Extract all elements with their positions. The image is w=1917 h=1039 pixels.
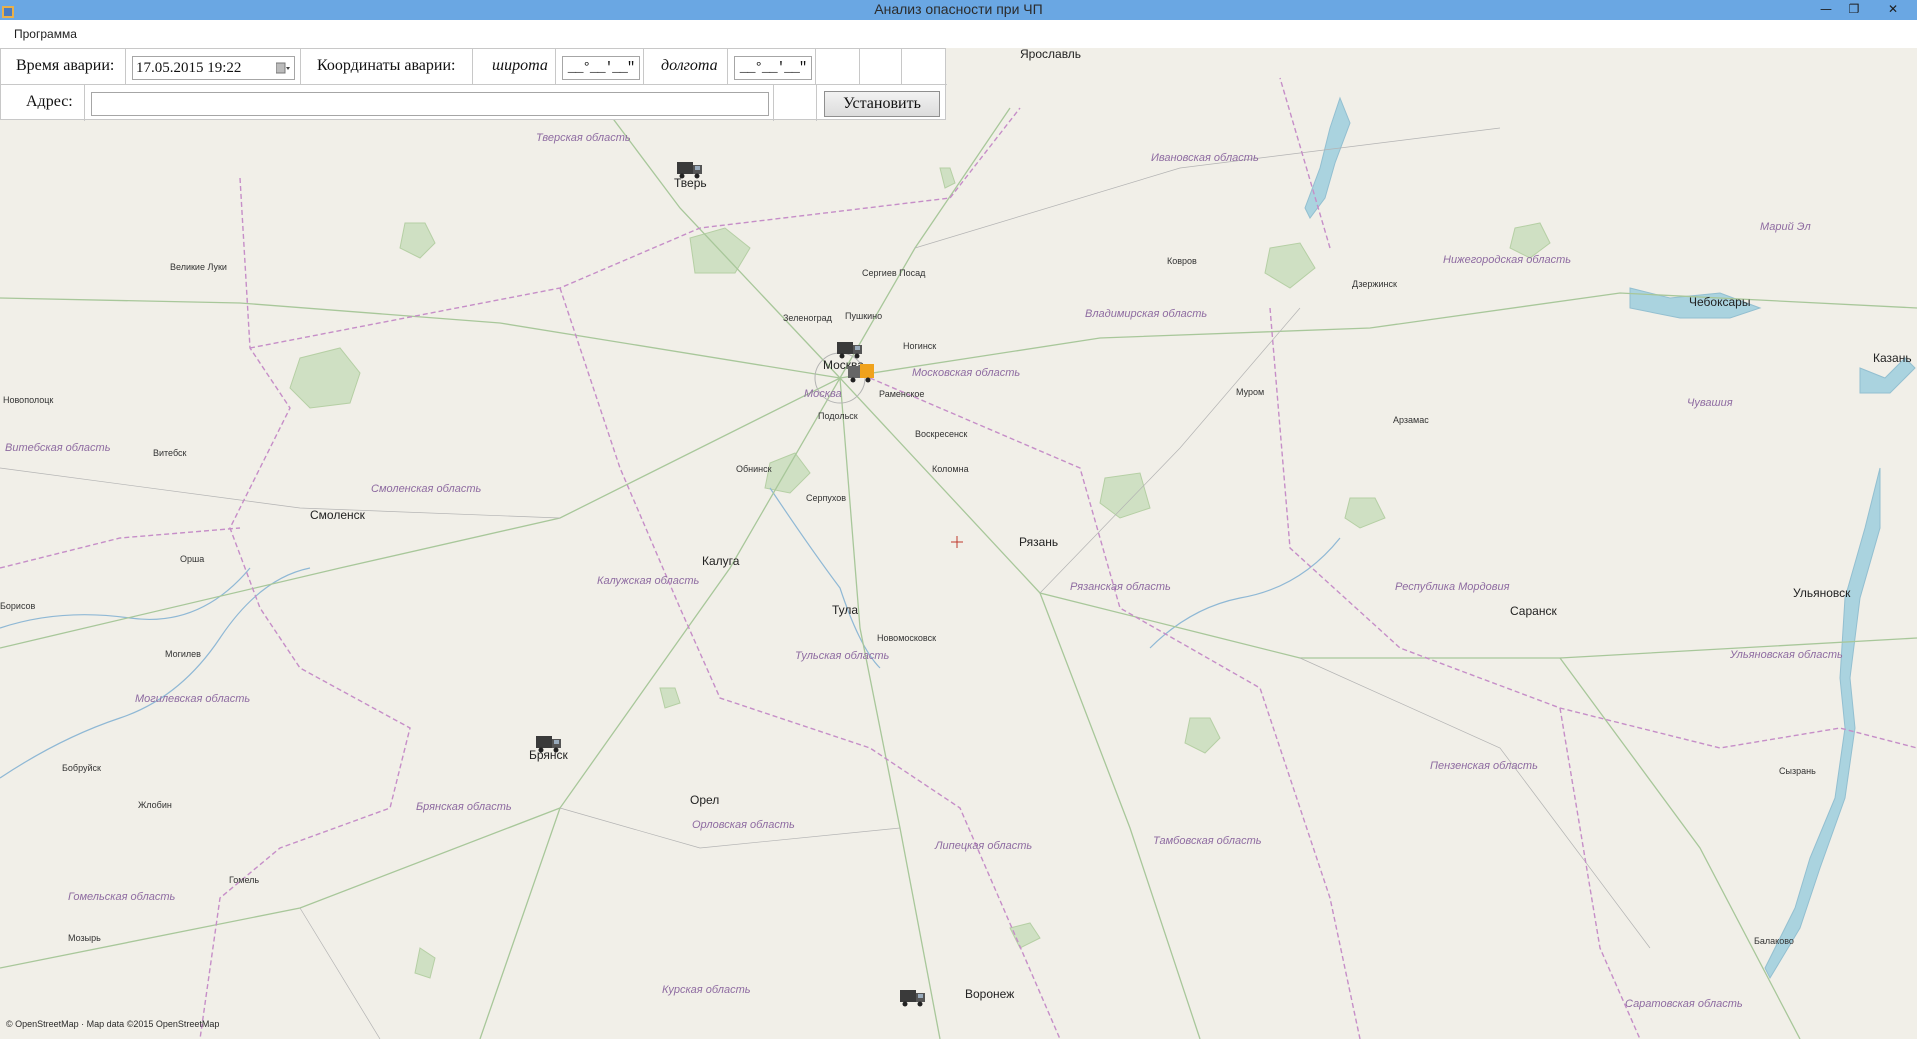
map-region-label: Орловская область	[692, 819, 795, 831]
truck-icon[interactable]	[898, 986, 928, 1008]
address-input[interactable]	[91, 92, 769, 116]
map-region-label: Тульская область	[795, 650, 890, 662]
map-region-label: Гомельская область	[68, 891, 176, 903]
map-city-label: Сызрань	[1779, 766, 1816, 776]
map-city-label: Муром	[1236, 387, 1265, 397]
address-label: Адрес:	[26, 93, 73, 110]
map-region-label: Владимирская область	[1085, 308, 1208, 320]
map-region-label: Марий Эл	[1760, 221, 1811, 233]
map-city-label: Ногинск	[903, 341, 937, 351]
map-region-label: Брянская область	[416, 801, 512, 813]
accident-time-input[interactable]: 17.05.2015 19:22	[132, 56, 295, 80]
map-region-label: Калужская область	[597, 575, 700, 587]
map-city-label: Обнинск	[736, 464, 772, 474]
map-city-label: Мозырь	[68, 933, 101, 943]
map-city-label: Великие Луки	[170, 262, 227, 272]
minimize-icon[interactable]: —	[1815, 0, 1837, 20]
close-icon[interactable]: ✕	[1873, 0, 1913, 20]
map-region-label: Чувашия	[1687, 397, 1733, 409]
calendar-dropdown-icon[interactable]	[276, 61, 290, 75]
map-region-label: Московская область	[912, 367, 1021, 379]
map-region-label: Нижегородская область	[1443, 254, 1572, 266]
truck-icon[interactable]	[534, 732, 564, 754]
map-city-label: Сергиев Посад	[862, 268, 926, 278]
map-city-label: Орел	[690, 793, 720, 807]
map-city-label: Борисов	[0, 601, 36, 611]
longitude-label: долгота	[661, 57, 718, 74]
map-region-label: Курская область	[662, 984, 751, 996]
latitude-input[interactable]: __°__'__"	[562, 56, 640, 80]
map-region-label: Могилевская область	[135, 693, 251, 705]
map-city-label: Смоленск	[310, 508, 365, 522]
map-city-label: Ярославль	[1020, 48, 1082, 61]
map-city-label: Подольск	[818, 411, 858, 421]
map-city-label: Могилев	[165, 649, 201, 659]
map-region-label: Липецкая область	[935, 840, 1033, 852]
map-city-label: Чебоксары	[1689, 295, 1751, 309]
map-city-label: Воронеж	[965, 987, 1015, 1001]
map-city-label: Коломна	[932, 464, 969, 474]
map-region-label: Рязанская область	[1070, 581, 1171, 593]
map-city-label: Витебск	[153, 448, 187, 458]
map-city-label: Раменское	[879, 389, 925, 399]
accident-time-label: Время аварии:	[16, 57, 115, 74]
map-region-label: Москва	[804, 388, 842, 400]
map-attribution: © OpenStreetMap · Map data ©2015 OpenStr…	[6, 1019, 220, 1029]
menu-bar: Программа	[0, 20, 1917, 48]
map-city-label: Зеленоград	[783, 313, 832, 323]
map-region-label: Ульяновская область	[1730, 649, 1843, 661]
map-city-label: Пушкино	[845, 311, 883, 321]
map-region-label: Саратовская область	[1625, 998, 1743, 1010]
set-button[interactable]: Установить	[824, 91, 940, 117]
map-city-label: Ульяновск	[1793, 586, 1851, 600]
panel-cell	[816, 49, 860, 85]
map-city-label: Жлобин	[138, 800, 172, 810]
map-region-label: Пензенская область	[1430, 760, 1538, 772]
restore-icon[interactable]: ❐	[1843, 0, 1865, 20]
map-city-label: Рязань	[1019, 535, 1059, 549]
title-bar: Анализ опасности при ЧП — ❐ ✕	[0, 0, 1917, 20]
accident-input-panel: Время аварии: 17.05.2015 19:22 Координат…	[0, 48, 947, 121]
panel-cell	[860, 49, 902, 85]
map-city-label: Орша	[180, 554, 205, 564]
fire-truck-icon[interactable]	[846, 362, 876, 384]
map-view[interactable]: Ярославль Тверь Сергиев Посад Пушкино Зе…	[0, 48, 1917, 1039]
truck-icon[interactable]	[675, 158, 705, 180]
map-city-label: Казань	[1873, 351, 1912, 365]
map-city-label: Новомосковск	[877, 633, 937, 643]
longitude-input[interactable]: __°__'__"	[734, 56, 812, 80]
map-city-label: Тула	[832, 603, 859, 617]
truck-icon[interactable]	[835, 338, 865, 360]
panel-cell	[774, 85, 817, 121]
map-city-label: Калуга	[702, 554, 740, 568]
map-city-label: Бобруйск	[62, 763, 101, 773]
map-city-label: Балаково	[1754, 936, 1794, 946]
crosshair-icon[interactable]	[951, 536, 963, 548]
coords-label: Координаты аварии:	[317, 57, 456, 74]
menu-program[interactable]: Программа	[14, 27, 77, 41]
map-region-label: Тверская область	[536, 132, 631, 144]
map-city-label: Новополоцк	[3, 395, 54, 405]
map-region-label: Республика Мордовия	[1395, 581, 1510, 593]
map-region-label: Ивановская область	[1151, 152, 1259, 164]
map-city-label: Арзамас	[1393, 415, 1429, 425]
map-city-label: Гомель	[229, 875, 260, 885]
map-city-label: Ковров	[1167, 256, 1197, 266]
map-city-label: Дзержинск	[1352, 279, 1397, 289]
map-city-label: Серпухов	[806, 493, 847, 503]
map-region-label: Тамбовская область	[1153, 835, 1262, 847]
latitude-label: широта	[492, 57, 548, 74]
map-city-label: Воскресенск	[915, 429, 968, 439]
map-region-label: Витебская область	[5, 442, 111, 454]
window-title: Анализ опасности при ЧП	[874, 1, 1043, 17]
accident-time-value: 17.05.2015 19:22	[136, 60, 242, 76]
map-region-label: Смоленская область	[371, 483, 482, 495]
map-city-label: Саранск	[1510, 604, 1557, 618]
